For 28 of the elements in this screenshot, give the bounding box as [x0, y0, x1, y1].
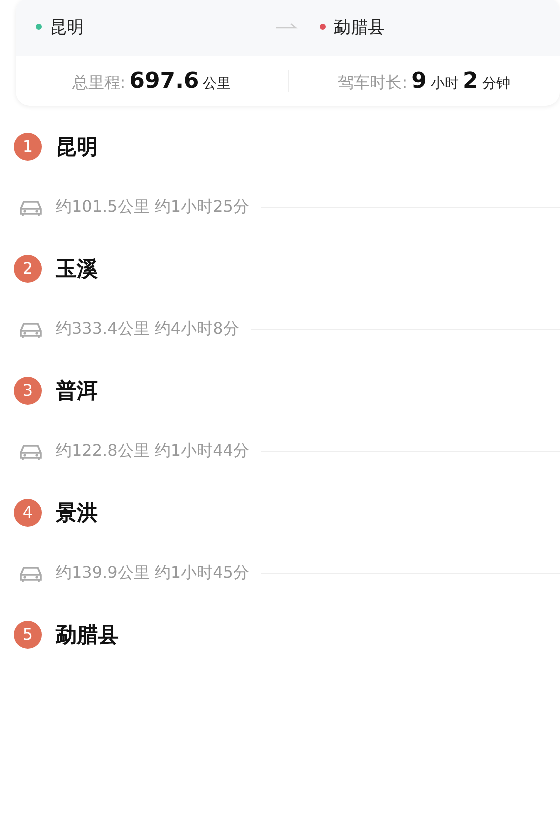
stop-name[interactable]: 玉溪: [56, 254, 98, 282]
distance-unit: 公里: [203, 74, 232, 92]
minutes-unit: 分钟: [482, 74, 510, 92]
leg-distance-time: 约122.8公里 约1小时44分: [56, 441, 250, 462]
origin-name: 昆明: [50, 16, 84, 38]
stop-name[interactable]: 勐腊县: [56, 620, 119, 648]
minutes-value: 2: [462, 68, 478, 94]
stop-number-badge: 3: [14, 376, 42, 404]
duration-label: 驾车时长:: [338, 72, 408, 94]
destination-name: 勐腊县: [334, 16, 385, 38]
hours-value: 9: [412, 68, 427, 94]
stop-name[interactable]: 普洱: [56, 376, 98, 404]
hours-unit: 小时: [430, 74, 459, 92]
stop-name[interactable]: 景洪: [56, 498, 98, 526]
leg-distance-time: 约333.4公里 约4小时8分: [56, 319, 240, 340]
distance-label: 总里程:: [72, 72, 126, 94]
car-icon: [18, 320, 44, 338]
distance-value: 697.6: [130, 68, 200, 94]
stop-number-badge: 2: [14, 254, 42, 282]
car-icon: [18, 564, 44, 582]
car-icon: [18, 198, 44, 216]
leg-distance-time: 约101.5公里 约1小时25分: [56, 197, 250, 218]
stop-name[interactable]: 昆明: [56, 132, 98, 160]
leg-distance-time: 约139.9公里 约1小时45分: [56, 563, 250, 584]
stop-number-badge: 5: [14, 620, 42, 648]
stop-number-badge: 4: [14, 498, 42, 526]
car-icon: [18, 442, 44, 460]
stop-number-badge: 1: [14, 132, 42, 160]
